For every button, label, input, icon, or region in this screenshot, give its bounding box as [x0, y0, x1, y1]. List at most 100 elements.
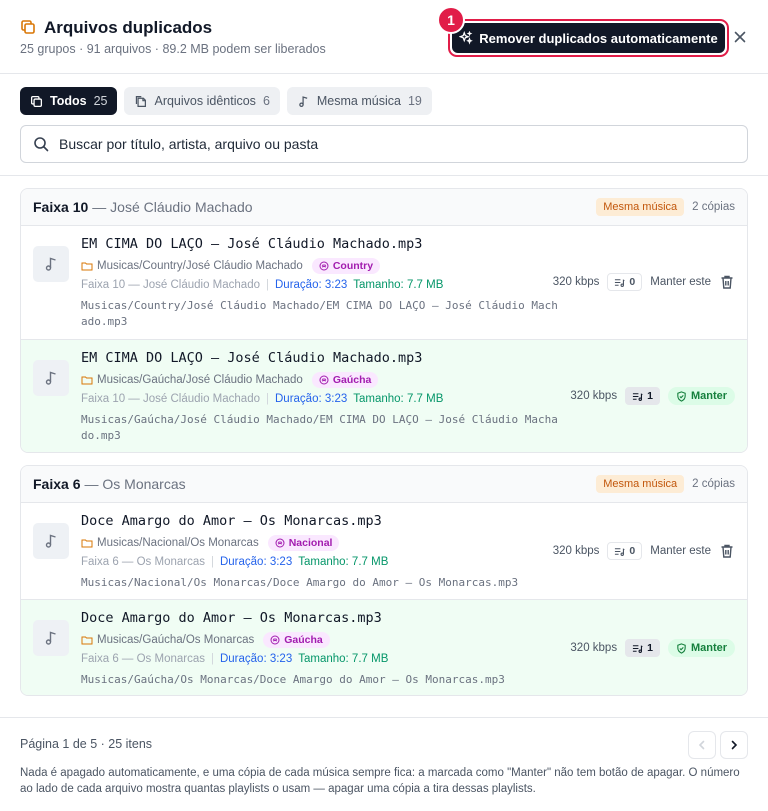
copy-icon [30, 95, 43, 107]
meta-separator: | [266, 279, 269, 291]
file-size: Tamanho: 7.7 MB [353, 279, 444, 291]
file-meta: Faixa 6 — Os Monarcas | Duração: 3:23 Ta… [81, 556, 388, 568]
genre-tag: Gaúcha [263, 632, 330, 648]
playlist-count: 0 [607, 273, 643, 291]
duration: Duração: 3:23 [275, 279, 348, 291]
sparkles-icon [459, 31, 474, 45]
playlist-count: 1 [625, 387, 660, 405]
genre-tag: Country [311, 258, 381, 274]
file-name: Doce Amargo do Amor – Os Monarcas.mp3 [81, 513, 382, 529]
auto-remove-button[interactable]: Remover duplicados automaticamente [452, 23, 725, 53]
chevron-left-icon [698, 740, 705, 750]
group-copies: 2 cópias [692, 201, 735, 213]
trash-icon[interactable] [719, 274, 735, 290]
tab-count: 25 [93, 94, 108, 108]
file-name: Doce Amargo do Amor – Os Monarcas.mp3 [81, 610, 382, 626]
playlist-icon [633, 392, 643, 401]
disc-icon [275, 538, 285, 548]
file-size: Tamanho: 7.7 MB [298, 556, 389, 568]
prev-page-button[interactable] [688, 731, 716, 759]
pagination-info: Página 1 de 5 · 25 itens [20, 737, 153, 751]
footer-note: Nada é apagado automaticamente, e uma có… [20, 767, 740, 795]
keep-badge: Manter [667, 639, 735, 657]
search-box [20, 125, 748, 163]
keep-label: Manter [690, 390, 727, 402]
file-actions: 320 kbps 0 Manter este [553, 542, 735, 560]
file-folder: Musicas/Nacional/Os Monarcas Nacional [81, 535, 340, 551]
files-icon [136, 95, 147, 107]
music-note-icon [45, 534, 56, 548]
playlist-count-value: 0 [629, 545, 636, 557]
auto-remove-label: Remover duplicados automaticamente [479, 30, 718, 46]
trash-icon[interactable] [719, 543, 735, 559]
tab-mesma-musica[interactable]: Mesma música 19 [286, 87, 432, 115]
track-info: Faixa 10 — José Cláudio Machado [81, 393, 260, 405]
bitrate: 320 kbps [552, 545, 600, 557]
tab-todos[interactable]: Todos 25 [20, 87, 118, 115]
file-actions: 320 kbps 1 Manter [570, 639, 735, 657]
folder-path: Musicas/Country/José Cláudio Machado [97, 260, 303, 272]
file-thumbnail [33, 523, 69, 559]
next-page-button[interactable] [720, 731, 748, 759]
folder-path: Musicas/Gaúcha/Os Monarcas [97, 634, 255, 646]
file-meta: Faixa 10 — José Cláudio Machado | Duraçã… [81, 393, 443, 405]
dialog-title: Arquivos duplicados [44, 18, 213, 37]
tab-count: 6 [262, 94, 270, 108]
group-type-badge: Mesma música [596, 475, 685, 493]
folder-icon [81, 636, 93, 645]
track-info: Faixa 6 — Os Monarcas [81, 556, 205, 568]
folder-icon [81, 376, 93, 385]
search-input[interactable] [59, 136, 735, 152]
group-type-badge: Mesma música [596, 198, 685, 216]
music-note-icon [45, 631, 56, 645]
bitrate: 320 kbps [570, 642, 618, 654]
dialog-subtitle: 25 grupos · 91 arquivos · 89.2 MB podem … [20, 42, 326, 56]
playlist-icon [615, 547, 625, 556]
duration: Duração: 3:23 [275, 393, 348, 405]
tab-arquivos-identicos[interactable]: Arquivos idênticos 6 [124, 87, 280, 115]
group-artist: — Os Monarcas [84, 476, 186, 492]
playlist-icon [633, 644, 643, 653]
music-note-icon [45, 257, 56, 271]
file-name: EM CIMA DO LAÇO – José Cláudio Machado.m… [81, 236, 423, 252]
file-actions: 320 kbps 1 Manter [570, 387, 735, 405]
genre-tag: Gaúcha [311, 372, 379, 388]
file-row: EM CIMA DO LAÇO – José Cláudio Machado.m… [21, 226, 747, 340]
file-row-kept: Doce Amargo do Amor – Os Monarcas.mp3 Mu… [21, 600, 747, 695]
tab-count: 19 [407, 94, 422, 108]
keep-badge: Manter [667, 387, 735, 405]
tab-label: Todos [50, 94, 87, 108]
filter-tabs: Todos 25 Arquivos idênticos 6 Mesma músi… [20, 87, 432, 115]
disc-icon [319, 261, 329, 271]
group-header: Faixa 6 — Os Monarcas Mesma música 2 cóp… [21, 466, 747, 503]
file-name: EM CIMA DO LAÇO – José Cláudio Machado.m… [81, 350, 423, 366]
full-path: Musicas/Gaúcha/Os Monarcas/Doce Amargo d… [81, 673, 505, 686]
group-title: Faixa 6 [33, 476, 81, 492]
close-icon[interactable] [731, 28, 749, 46]
folder-icon [81, 262, 93, 271]
bitrate: 320 kbps [552, 276, 600, 288]
copy-icon [21, 20, 35, 34]
chevron-right-icon [731, 740, 738, 750]
duplicate-group: Faixa 10 — José Cláudio Machado Mesma mú… [20, 188, 748, 453]
genre-tag: Nacional [267, 535, 340, 551]
disc-icon [270, 635, 280, 645]
keep-this-button[interactable]: Manter este [650, 276, 711, 288]
full-path: Musicas/Nacional/Os Monarcas/Doce Amargo… [81, 576, 519, 589]
file-thumbnail [33, 620, 69, 656]
search-icon [34, 137, 49, 152]
dialog-header: Arquivos duplicados 25 grupos · 91 arqui… [0, 0, 768, 74]
disc-icon [319, 375, 329, 385]
playlist-count-value: 0 [629, 276, 636, 288]
step-badge: 1 [437, 6, 465, 34]
file-actions: 320 kbps 0 Manter este [553, 273, 735, 291]
folder-icon [81, 539, 93, 548]
tab-label: Arquivos idênticos [154, 94, 256, 108]
shield-check-icon [677, 642, 686, 654]
group-title: Faixa 10 [33, 199, 89, 215]
file-thumbnail [33, 360, 69, 396]
duration: Duração: 3:23 [219, 653, 293, 665]
keep-this-button[interactable]: Manter este [650, 545, 711, 557]
folder-path: Musicas/Nacional/Os Monarcas [97, 537, 259, 549]
duplicate-group: Faixa 6 — Os Monarcas Mesma música 2 cóp… [20, 465, 748, 696]
